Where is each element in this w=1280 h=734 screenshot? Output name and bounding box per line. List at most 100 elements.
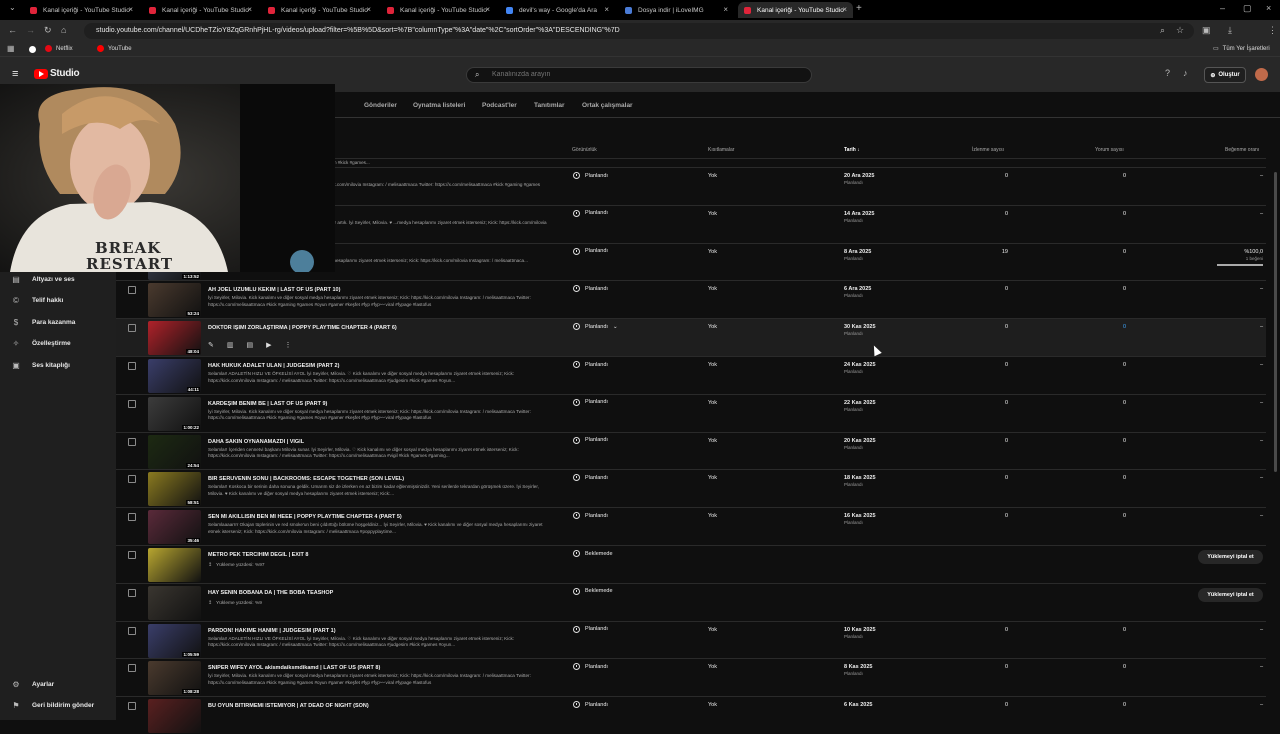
video-title[interactable]: HAK HUKUK ADALET ULAN | JUDGESIM (PART 2… bbox=[208, 363, 563, 369]
table-row[interactable]: 35:46 SEN Mİ AKILLISIN BEN Mİ HEEE | POPP… bbox=[116, 507, 1266, 545]
tab-close-icon[interactable]: × bbox=[842, 5, 847, 14]
column-date[interactable]: Tarih ↓ bbox=[844, 147, 860, 153]
row-checkbox[interactable] bbox=[128, 362, 136, 370]
row-checkbox[interactable] bbox=[128, 324, 136, 333]
video-thumbnail[interactable]: 48:04 bbox=[148, 321, 201, 356]
video-thumbnail[interactable]: 53:24 bbox=[148, 283, 201, 318]
scrollbar[interactable] bbox=[1274, 172, 1277, 472]
video-title[interactable]: SEN Mİ AKILLISIN BEN Mİ HEEE | POPPY PLA… bbox=[208, 514, 563, 520]
bookmark-star-icon[interactable]: ☆ bbox=[1176, 26, 1184, 35]
browser-tab[interactable]: Kanal içeriği - YouTube Studio × bbox=[381, 2, 496, 18]
tab-1[interactable]: Gönderiler bbox=[364, 102, 397, 109]
browser-tab[interactable]: Kanal içeriği - YouTube Studio × bbox=[262, 2, 377, 18]
video-title[interactable]: PARDON! HAKİME HANIM! | JUDGESIM (PART 1… bbox=[208, 628, 563, 634]
table-row[interactable]: BU OYUN BİTİRMEMİ İSTEMİYOR | AT DEAD OF… bbox=[116, 696, 1266, 734]
video-thumbnail[interactable]: 35:46 bbox=[148, 510, 201, 545]
visibility-status[interactable]: Planlandı bbox=[573, 285, 608, 293]
video-thumbnail[interactable] bbox=[148, 585, 201, 620]
row-checkbox[interactable] bbox=[128, 286, 136, 295]
table-row[interactable]: 48:04 DOKTOR İŞİMİ ZORLAŞTIRMA | POPPY PL… bbox=[116, 318, 1266, 357]
apps-icon[interactable]: ▦ bbox=[7, 45, 15, 53]
column-comments[interactable]: Yorum sayısı bbox=[1095, 147, 1124, 153]
video-title[interactable]: KARDEŞİM BENİM BE | LAST OF US (PART 9) bbox=[208, 401, 563, 407]
video-thumbnail[interactable] bbox=[148, 699, 201, 734]
row-checkbox[interactable] bbox=[128, 588, 136, 597]
google-icon[interactable] bbox=[29, 46, 36, 53]
video-thumbnail[interactable]: 24:54 bbox=[148, 434, 201, 469]
visibility-status[interactable]: Planlandı bbox=[573, 663, 608, 671]
video-title[interactable]: METRO PEK TERCİHİM DEĞİL | EXIT 8 bbox=[208, 552, 563, 558]
browser-tab[interactable]: devil's way - Google'da Ara × bbox=[500, 2, 615, 18]
video-title[interactable]: BİR SERÜVENİN SONU | BACKROOMS: ESCAPE T… bbox=[208, 476, 563, 482]
close-window-icon[interactable]: × bbox=[1266, 4, 1271, 13]
tab-close-icon[interactable]: × bbox=[485, 5, 490, 14]
visibility-status[interactable]: Planlandı bbox=[573, 247, 608, 255]
table-row[interactable]: METRO PEK TERCİHİM DEĞİL | EXIT 8 ↥ Yüklem… bbox=[116, 545, 1266, 583]
visibility-status[interactable]: Planlandı bbox=[573, 172, 608, 179]
row-checkbox[interactable] bbox=[128, 513, 136, 522]
minimize-icon[interactable]: – bbox=[1220, 4, 1225, 13]
table-row[interactable]: 1:05:59 PARDON! HAKİME HANIM! | JUDGESIM … bbox=[116, 620, 1266, 659]
bookmark-netflix[interactable]: Netflix bbox=[45, 45, 73, 52]
tab-3[interactable]: Podcast'ler bbox=[482, 102, 517, 109]
video-thumbnail[interactable]: 44:11 bbox=[148, 359, 201, 393]
video-thumbnail[interactable] bbox=[148, 548, 201, 582]
visibility-status[interactable]: Planlandı bbox=[573, 474, 608, 482]
cancel-upload-button[interactable]: Yüklemeyi iptal et bbox=[1198, 550, 1263, 564]
table-row[interactable]: 53:24 AH JOEL ÜZÜMLÜ KEKİM | LAST OF US (… bbox=[116, 280, 1266, 318]
visibility-status[interactable]: Beklemede bbox=[573, 550, 613, 557]
sidebar-item-subtitles[interactable]: ▤ Altyazı ve ses bbox=[0, 269, 116, 289]
browser-tab[interactable]: Dosya indir | iLoveIMG × bbox=[619, 2, 734, 18]
comments-icon[interactable]: ▤ bbox=[247, 341, 254, 349]
row-checkbox[interactable] bbox=[128, 702, 136, 711]
youtube-play-icon[interactable]: ▶ bbox=[266, 341, 271, 349]
visibility-status[interactable]: Planlandı bbox=[573, 398, 608, 406]
video-title[interactable]: AH JOEL ÜZÜMLÜ KEKİM | LAST OF US (PART … bbox=[208, 287, 563, 293]
sidebar-item-wand[interactable]: ✧ Özelleştirme bbox=[0, 334, 116, 354]
row-checkbox[interactable] bbox=[128, 475, 136, 484]
column-restrictions[interactable]: Kısıtlamalar bbox=[708, 147, 734, 153]
chrome-menu-icon[interactable]: ⌄ bbox=[9, 4, 16, 12]
video-title[interactable]: DAHA SAKİN OYNANAMAZDI | VIGIL bbox=[208, 439, 563, 445]
table-row[interactable]: 1:00:22 KARDEŞİM BENİM BE | LAST OF US (P… bbox=[116, 393, 1266, 432]
browser-tab[interactable]: Kanal içeriği - YouTube Studio × bbox=[143, 2, 258, 18]
tab-close-icon[interactable]: × bbox=[723, 5, 728, 14]
video-thumbnail[interactable]: 1:05:59 bbox=[148, 623, 201, 658]
video-thumbnail[interactable]: 1:00:22 bbox=[148, 396, 201, 431]
search-input[interactable] bbox=[492, 71, 792, 78]
column-likes[interactable]: Beğenme oranı bbox=[1225, 147, 1259, 153]
analytics-icon[interactable]: ▥ bbox=[227, 341, 234, 349]
visibility-status[interactable]: Beklemede bbox=[573, 587, 613, 595]
column-visibility[interactable]: Görünürlük bbox=[572, 147, 597, 153]
table-row[interactable]: HAY SENİN BOBANA DA | THE BOBA TEASHOP ↥ Y… bbox=[116, 582, 1266, 621]
visibility-status[interactable]: Planlandı bbox=[573, 436, 608, 444]
table-row[interactable]: 58:51 BİR SERÜVENİN SONU | BACKROOMS: ESC… bbox=[116, 469, 1266, 507]
tab-close-icon[interactable]: × bbox=[247, 5, 252, 14]
zoom-icon[interactable]: ⌕ bbox=[1160, 26, 1165, 35]
studio-logo[interactable]: Studio bbox=[34, 68, 80, 79]
tab-5[interactable]: Ortak çalışmalar bbox=[582, 102, 633, 109]
video-title[interactable]: BU OYUN BİTİRMEMİ İSTEMİYOR | AT DEAD OF… bbox=[208, 703, 563, 709]
menu-dots-icon[interactable]: ⋮ bbox=[1268, 26, 1277, 35]
video-title[interactable]: HAY SENİN BOBANA DA | THE BOBA TEASHOP bbox=[208, 590, 563, 596]
all-bookmarks[interactable]: ▭ Tüm Yer İşaretleri bbox=[1213, 45, 1270, 53]
notifications-bell-icon[interactable]: ♪ bbox=[1183, 69, 1188, 78]
chevron-down-icon[interactable]: ⌄ bbox=[613, 324, 618, 330]
tab-4[interactable]: Tanıtımlar bbox=[534, 102, 565, 109]
avatar[interactable] bbox=[1255, 68, 1268, 81]
sidebar-item-copyright[interactable]: © Telif hakkı bbox=[0, 291, 116, 311]
tab-2[interactable]: Oynatma listeleri bbox=[413, 102, 465, 109]
hamburger-menu-icon[interactable]: ≡ bbox=[12, 69, 18, 80]
table-row[interactable]: 1:08:28 SNİPER WİFEY AYOL akismdaiksmdika… bbox=[116, 658, 1266, 696]
tab-close-icon[interactable]: × bbox=[366, 5, 371, 14]
channel-search[interactable]: ⌕ bbox=[466, 67, 812, 83]
sidebar-item-dollar[interactable]: $ Para kazanma bbox=[0, 312, 116, 332]
row-checkbox[interactable] bbox=[128, 399, 136, 408]
video-title[interactable]: SNİPER WİFEY AYOL akismdaiksmdikamd | LA… bbox=[208, 665, 563, 671]
video-title[interactable]: DOKTOR İŞİMİ ZORLAŞTIRMA | POPPY PLAYTIM… bbox=[208, 325, 563, 331]
sidebar-item-audio-library[interactable]: ▣ Ses kitaplığı bbox=[0, 355, 116, 375]
visibility-status[interactable]: Planlandı bbox=[573, 625, 608, 633]
cancel-upload-button[interactable]: Yüklemeyi iptal et bbox=[1198, 587, 1263, 602]
row-checkbox[interactable] bbox=[128, 664, 136, 673]
video-thumbnail[interactable]: 1:08:28 bbox=[148, 661, 201, 696]
